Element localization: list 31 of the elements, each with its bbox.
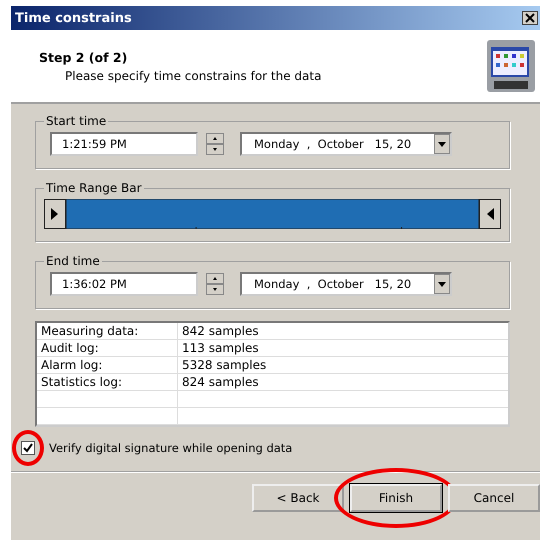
- table-cell-text: 113 samples: [181, 340, 260, 356]
- step-title: Step 2 (of 2): [39, 50, 128, 64]
- spinner-icon[interactable]: [206, 273, 224, 295]
- table-cell: Statistics log:: [37, 374, 178, 390]
- checkbox-label: Verify digital signature while opening data: [49, 441, 292, 455]
- checkbox[interactable]: [21, 441, 35, 455]
- date-picker[interactable]: Monday , October 15, 20: [240, 272, 452, 296]
- table-cell: Audit log:: [37, 340, 178, 356]
- step-description: Please specify time constrains for the data: [65, 68, 322, 82]
- table-cell: Alarm log:: [37, 357, 178, 373]
- time-field[interactable]: 1:21:59 PM: [50, 132, 198, 156]
- dialog-button[interactable]: Cancel: [448, 484, 540, 512]
- end-handle-icon[interactable]: [479, 199, 501, 229]
- recorder-device-icon: [486, 38, 536, 94]
- group-label: Time Range Bar: [45, 181, 143, 195]
- table-cell-text: 5328 samples: [181, 357, 268, 373]
- dialog-button[interactable]: < Back: [252, 484, 344, 512]
- time-field[interactable]: 1:36:02 PM: [50, 272, 198, 296]
- date-picker[interactable]: Monday , October 15, 20: [240, 132, 452, 156]
- start-handle-icon[interactable]: [44, 199, 66, 229]
- close-icon[interactable]: [522, 11, 538, 25]
- dropdown-icon[interactable]: [434, 134, 450, 154]
- table-cell-text: 824 samples: [181, 374, 260, 390]
- dropdown-icon[interactable]: [434, 274, 450, 294]
- window-title: Time constrains: [15, 10, 132, 26]
- table-cell-text: 842 samples: [181, 323, 260, 339]
- table-cell: Measuring data:: [37, 323, 178, 339]
- spinner-icon[interactable]: [206, 133, 224, 155]
- group-label: End time: [45, 254, 101, 268]
- group-label: Start time: [45, 114, 108, 128]
- dialog-button[interactable]: Finish: [350, 484, 442, 512]
